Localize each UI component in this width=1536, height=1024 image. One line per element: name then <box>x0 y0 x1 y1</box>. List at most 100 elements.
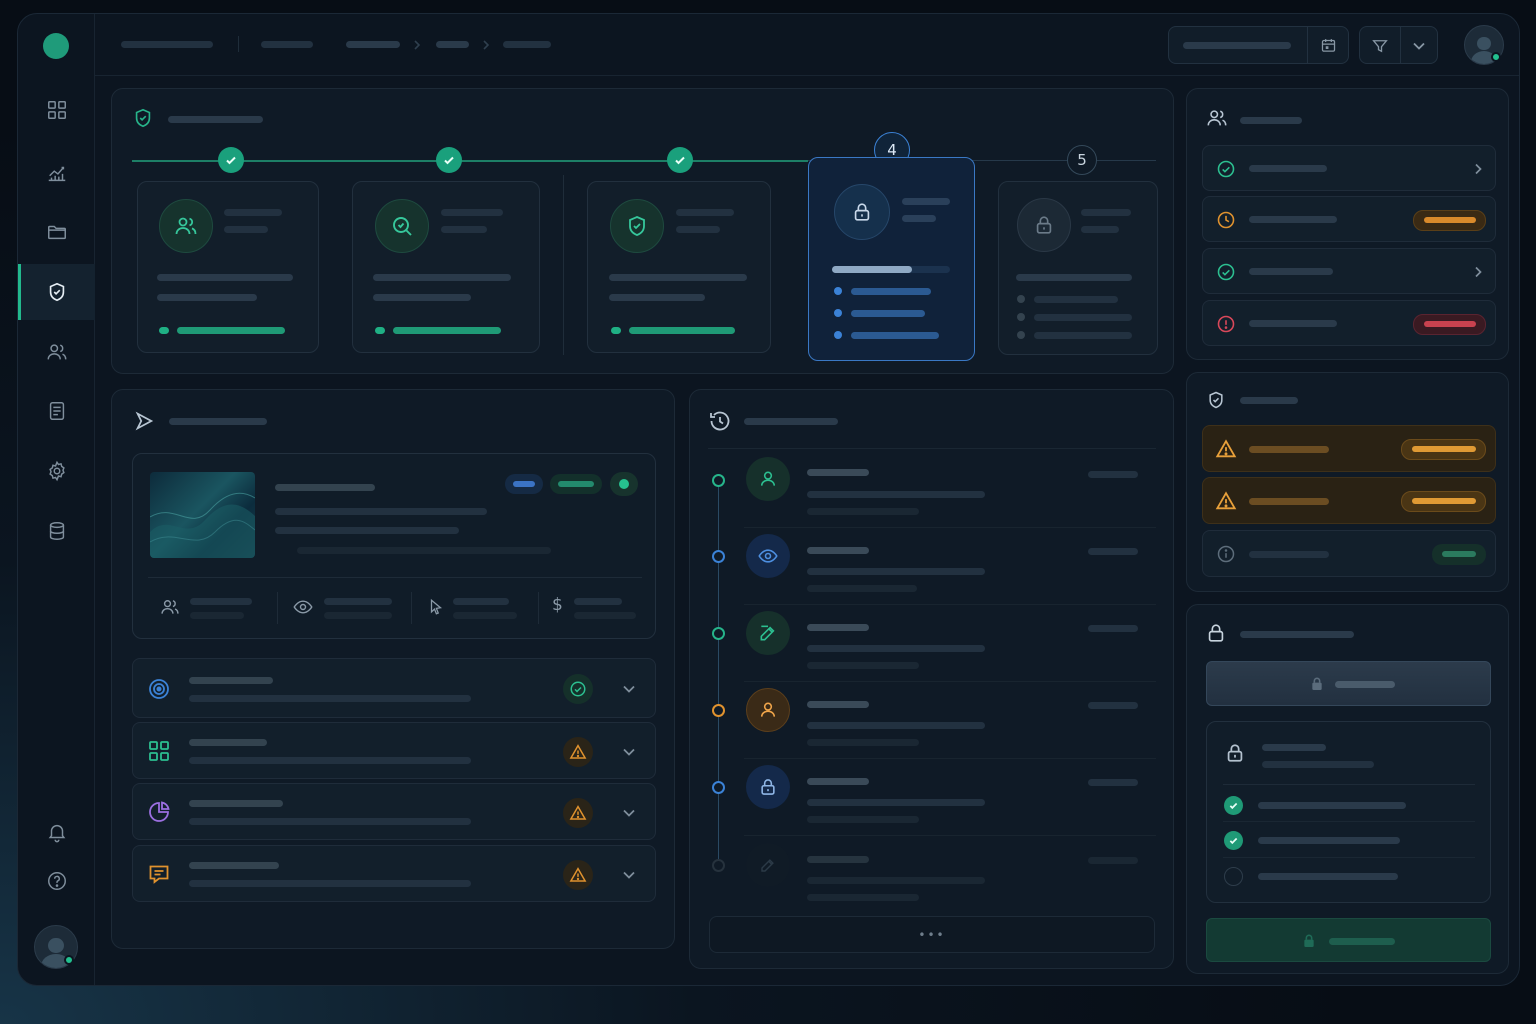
team-row-4[interactable] <box>1202 300 1496 346</box>
alert-circle-icon <box>1217 315 1235 333</box>
step-2-complete-indicator <box>436 147 462 173</box>
sidebar-item-database[interactable] <box>18 503 95 559</box>
shield-check-icon <box>629 216 645 236</box>
team-status-panel <box>1186 88 1509 360</box>
sidebar-item-settings[interactable] <box>18 443 95 499</box>
sidebar-item-dashboard[interactable] <box>18 82 95 138</box>
user-icon <box>760 471 776 486</box>
lock-icon <box>1208 624 1224 642</box>
folder-icon <box>47 225 66 240</box>
info-icon <box>1217 545 1235 563</box>
check-icon <box>1229 802 1238 810</box>
app-logo[interactable] <box>43 33 69 59</box>
sidebar-item-users[interactable] <box>18 324 95 380</box>
team-row-3[interactable] <box>1202 248 1496 294</box>
breadcrumb-current <box>503 41 551 48</box>
eye-icon <box>758 549 778 563</box>
lock-icon <box>1227 744 1243 762</box>
check-row-1[interactable] <box>132 658 656 718</box>
edit-icon <box>761 859 774 872</box>
team-row-1[interactable] <box>1202 145 1496 191</box>
step-card-1[interactable] <box>137 181 319 353</box>
check-row-4[interactable] <box>132 845 656 902</box>
online-status-dot <box>64 955 74 965</box>
checklist-item-done[interactable] <box>1224 796 1243 815</box>
team-row-2[interactable] <box>1202 196 1496 242</box>
compliance-alerts-panel <box>1186 372 1509 592</box>
panel-title <box>169 418 267 425</box>
document-list-icon <box>49 402 64 420</box>
status-dot-badge <box>610 472 638 496</box>
check-row-2[interactable] <box>132 722 656 779</box>
history-icon <box>710 411 730 431</box>
dollar-icon: $ <box>552 595 563 615</box>
help-button[interactable] <box>18 853 95 909</box>
notifications-button[interactable] <box>18 804 95 860</box>
grid-icon <box>149 741 169 761</box>
content-review-panel: $ <box>111 389 675 949</box>
shield-check-icon <box>135 108 151 128</box>
step-progress-bar <box>629 327 735 334</box>
check-icon <box>444 156 454 165</box>
step-card-3[interactable] <box>587 181 771 353</box>
check-icon <box>226 156 236 165</box>
breadcrumb-item[interactable] <box>261 41 313 48</box>
panel-title <box>1240 397 1298 404</box>
check-icon <box>675 156 685 165</box>
locked-action-button[interactable] <box>1206 661 1491 706</box>
check-circle-icon <box>1217 263 1235 281</box>
step-progress-track <box>832 266 950 273</box>
chevron-down-icon[interactable] <box>622 746 636 758</box>
sidebar-item-files[interactable] <box>18 204 95 260</box>
security-checklist-card <box>1206 721 1491 903</box>
top-bar <box>95 14 1519 76</box>
more-label: ••• <box>918 927 946 942</box>
checklist-item-done[interactable] <box>1224 831 1243 850</box>
chevron-down-icon[interactable] <box>622 683 636 695</box>
access-lock-panel <box>1186 604 1509 974</box>
lock-icon <box>761 779 775 795</box>
media-preview-card: $ <box>132 453 656 639</box>
sidebar-item-reports[interactable] <box>18 383 95 439</box>
chevron-down-icon[interactable] <box>622 807 636 819</box>
chevron-down-icon <box>1413 42 1425 50</box>
sidebar-item-security[interactable] <box>18 264 95 320</box>
alert-row-3[interactable] <box>1202 530 1496 577</box>
user-icon <box>760 702 776 717</box>
step-card-4-current[interactable] <box>808 157 975 361</box>
check-row-3[interactable] <box>132 783 656 840</box>
cursor-icon <box>430 598 443 615</box>
activity-history-panel: ••• <box>689 389 1174 969</box>
panel-title <box>1240 117 1302 124</box>
warning-icon <box>1215 491 1237 510</box>
filter-dropdown[interactable] <box>1359 26 1438 64</box>
check-circle-icon <box>570 681 586 697</box>
play-icon <box>135 411 154 431</box>
clock-icon <box>1217 211 1235 229</box>
lock-icon <box>854 203 870 221</box>
panel-title <box>168 116 263 123</box>
step-progress-fill <box>832 266 913 273</box>
chevron-down-icon[interactable] <box>622 869 636 881</box>
media-thumbnail[interactable] <box>150 472 255 558</box>
alert-row-1[interactable] <box>1202 425 1496 472</box>
database-icon <box>49 522 64 540</box>
error-badge <box>1413 314 1486 335</box>
step-progress-bar <box>393 327 501 334</box>
date-range-picker[interactable] <box>1168 26 1349 64</box>
checklist-item-pending[interactable] <box>1224 867 1243 886</box>
step-1-complete-indicator <box>218 147 244 173</box>
alert-row-2[interactable] <box>1202 477 1496 524</box>
step-card-2[interactable] <box>352 181 540 353</box>
warning-icon <box>569 744 587 759</box>
verification-stepper-panel: 4 5 <box>111 88 1174 374</box>
breadcrumb-item[interactable] <box>346 41 400 48</box>
breadcrumb-home[interactable] <box>121 41 213 48</box>
online-status-dot <box>1491 52 1501 62</box>
breadcrumb-item[interactable] <box>436 41 469 48</box>
load-more-button[interactable]: ••• <box>709 916 1155 953</box>
sidebar-item-analytics[interactable] <box>18 145 95 201</box>
warning-icon <box>569 805 587 820</box>
step-progress-bar <box>177 327 285 334</box>
pending-badge <box>1413 210 1486 231</box>
